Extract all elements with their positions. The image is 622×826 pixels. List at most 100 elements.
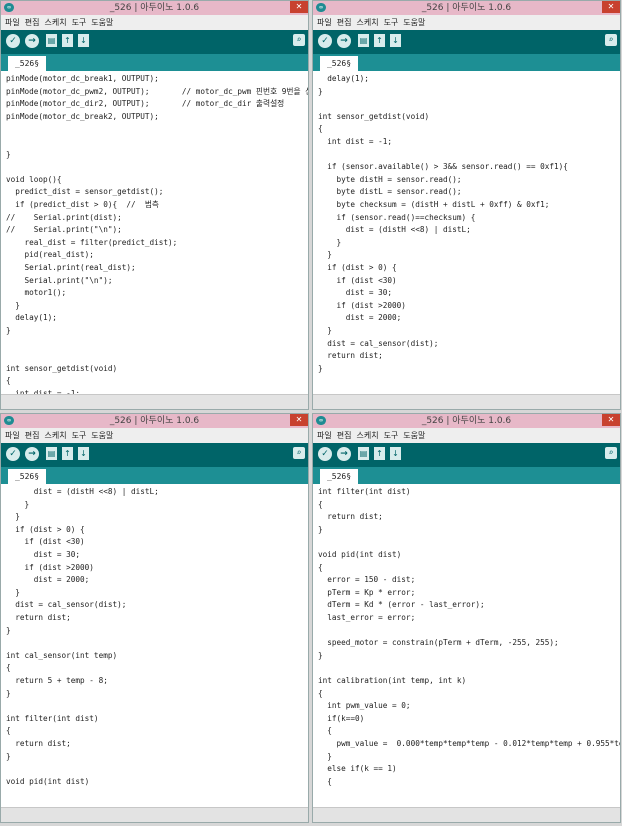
menu-item[interactable]: 도구: [384, 431, 399, 440]
code-line: dist = 30;: [318, 288, 393, 298]
new-button[interactable]: ▤: [358, 34, 369, 47]
close-button[interactable]: ✕: [290, 1, 308, 13]
code-line: predict_dist = sensor_getdist();: [6, 187, 164, 197]
code-line: delay(1);: [6, 313, 57, 323]
menu-item[interactable]: 편집: [25, 431, 40, 440]
horizontal-scrollbar[interactable]: [313, 394, 620, 409]
menu-item[interactable]: 파일: [5, 431, 20, 440]
menu-item[interactable]: 도움말: [91, 18, 113, 27]
horizontal-scrollbar[interactable]: [313, 807, 620, 822]
menu-item[interactable]: 파일: [317, 18, 332, 27]
serial-monitor-button[interactable]: ⌕: [605, 34, 617, 46]
menu-item[interactable]: 파일: [5, 18, 20, 27]
serial-monitor-button[interactable]: ⌕: [293, 34, 305, 46]
code-line: dist = cal_sensor(dist);: [6, 600, 127, 610]
code-line: {: [6, 663, 11, 673]
open-button[interactable]: ↑: [62, 34, 73, 47]
tab-bar: _526§: [1, 54, 308, 71]
title-bar: ∞ _526 | 아두이노 1.0.6 ✕: [1, 414, 308, 428]
code-editor[interactable]: pinMode(motor_dc_break1, OUTPUT); pinMode…: [1, 71, 308, 395]
menu-item[interactable]: 도움말: [403, 431, 425, 440]
code-line: }: [6, 149, 11, 159]
code-line: int calibration(int temp, int k): [318, 676, 467, 685]
tab-sketch[interactable]: _526§: [320, 469, 358, 484]
code-line: void loop(){: [6, 174, 62, 184]
upload-button[interactable]: →: [25, 34, 39, 48]
menu-item[interactable]: 도구: [384, 18, 399, 27]
menu-item[interactable]: 스케치: [356, 431, 378, 440]
code-line: real_dist = filter(predict_dist);: [6, 237, 178, 247]
save-button[interactable]: ↓: [78, 34, 89, 47]
verify-button[interactable]: ✓: [6, 447, 20, 461]
menu-item[interactable]: 스케치: [356, 18, 378, 27]
code-line: byte checksum = (distH + distL + 0xff) &…: [318, 200, 550, 209]
new-button[interactable]: ▤: [358, 447, 369, 460]
code-line: pinMode(motor_dc_break2, OUTPUT);: [6, 111, 159, 121]
code-line: return 5 + temp - 8;: [6, 676, 108, 685]
code-line: dist = 30;: [6, 550, 81, 559]
upload-button[interactable]: →: [337, 34, 351, 48]
code-line: // Serial.print(dist);: [6, 212, 122, 222]
toolbar: ✓ → ▤ ↑ ↓ ⌕: [1, 30, 308, 54]
new-button[interactable]: ▤: [46, 34, 57, 47]
tab-sketch[interactable]: _526§: [8, 469, 46, 484]
code-line: if (predict_dist > 0){ // 범측: [6, 200, 159, 209]
verify-button[interactable]: ✓: [318, 34, 332, 48]
code-line: motor1();: [6, 288, 67, 298]
save-button[interactable]: ↓: [390, 447, 401, 460]
tab-sketch[interactable]: _526§: [320, 56, 358, 71]
close-button[interactable]: ✕: [602, 414, 620, 426]
new-button[interactable]: ▤: [46, 447, 57, 460]
code-line: speed_motor = constrain(pTerm + dTerm, -…: [318, 638, 559, 648]
tab-bar: _526§: [1, 467, 308, 484]
verify-button[interactable]: ✓: [6, 34, 20, 48]
code-editor[interactable]: delay(1);} int sensor_getdist(void) { int …: [313, 71, 620, 395]
code-line: }: [6, 587, 20, 597]
code-line: dist = cal_sensor(dist);: [318, 338, 439, 348]
close-button[interactable]: ✕: [290, 414, 308, 426]
upload-button[interactable]: →: [25, 447, 39, 461]
menu-item[interactable]: 도움말: [91, 431, 113, 440]
code-editor[interactable]: int filter(int dist) { return dist;} void …: [313, 484, 620, 808]
code-line: error = 150 - dist;: [318, 575, 416, 585]
menu-item[interactable]: 도구: [72, 18, 87, 27]
open-button[interactable]: ↑: [374, 34, 385, 47]
open-button[interactable]: ↑: [374, 447, 385, 460]
code-line: if (dist > 0) {: [6, 524, 85, 534]
code-line: {: [318, 562, 323, 572]
close-button[interactable]: ✕: [602, 1, 620, 13]
open-button[interactable]: ↑: [62, 447, 73, 460]
code-line: }: [318, 237, 342, 247]
serial-monitor-button[interactable]: ⌕: [293, 447, 305, 459]
code-line: byte distH = sensor.read();: [318, 174, 462, 184]
upload-button[interactable]: →: [337, 447, 351, 461]
menu-item[interactable]: 편집: [337, 431, 352, 440]
code-line: return dist;: [318, 512, 383, 522]
code-line: dist = 2000;: [318, 313, 402, 323]
code-line: {: [318, 776, 332, 786]
code-line: return dist;: [6, 739, 71, 748]
menu-item[interactable]: 편집: [337, 18, 352, 27]
code-line: }: [6, 625, 11, 635]
menu-item[interactable]: 스케치: [44, 431, 66, 440]
code-line: return dist;: [318, 351, 383, 361]
code-editor[interactable]: dist = (distH <<8) | distL; } } if (dist…: [1, 484, 308, 808]
horizontal-scrollbar[interactable]: [1, 807, 308, 822]
tab-sketch[interactable]: _526§: [8, 56, 46, 71]
menu-item[interactable]: 도움말: [403, 18, 425, 27]
menu-bar: 파일 편집 스케치 도구 도움말: [1, 15, 308, 30]
save-button[interactable]: ↓: [390, 34, 401, 47]
horizontal-scrollbar[interactable]: [1, 394, 308, 409]
code-line: int cal_sensor(int temp): [6, 650, 118, 660]
save-button[interactable]: ↓: [78, 447, 89, 460]
code-line: {: [318, 688, 323, 698]
menu-item[interactable]: 스케치: [44, 18, 66, 27]
menu-item[interactable]: 편집: [25, 18, 40, 27]
ide-window-top-left: ∞ _526 | 아두이노 1.0.6 ✕ 파일 편집 스케치 도구 도움말 ✓ → ▤ ↑ ↓ ⌕ _52…: [0, 0, 309, 410]
code-line: }: [318, 650, 323, 660]
menu-item[interactable]: 파일: [317, 431, 332, 440]
serial-monitor-button[interactable]: ⌕: [605, 447, 617, 459]
code-line: int sensor_getdist(void): [318, 111, 430, 121]
menu-item[interactable]: 도구: [72, 431, 87, 440]
verify-button[interactable]: ✓: [318, 447, 332, 461]
